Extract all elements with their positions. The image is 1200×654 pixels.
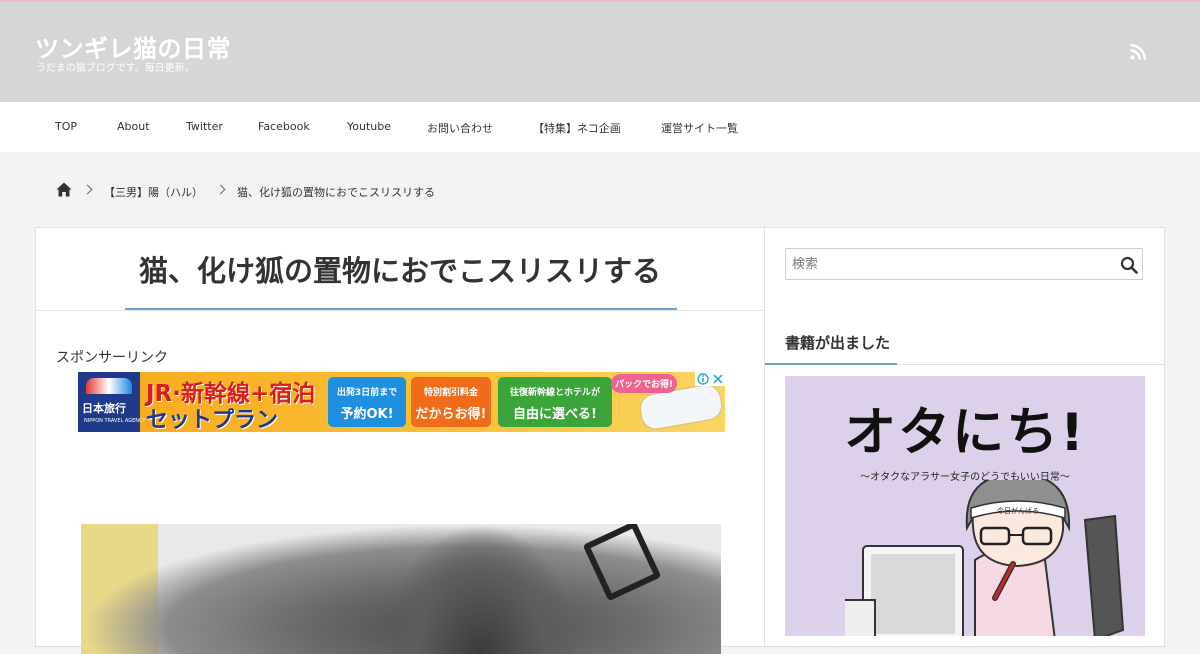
- nav-item-site-list[interactable]: 運営サイト一覧: [661, 120, 738, 136]
- book-cover[interactable]: オタにち! 〜オタクなアラサー女子のどうでもいい日常〜 今日がんばる: [785, 376, 1145, 636]
- sidebar: 書籍が出ました オタにち! 〜オタクなアラサー女子のどうでもいい日常〜 今日がん…: [765, 227, 1165, 647]
- ad-bubble: パックでお得!: [611, 374, 678, 393]
- ad-headline-2: セットプラン: [146, 408, 279, 432]
- ad-box-choice: 往復新幹線とホテルが 自由に選べる!: [498, 377, 612, 427]
- nav-item-special-feature[interactable]: 【特集】ネコ企画: [533, 120, 621, 136]
- breadcrumb-category[interactable]: 【三男】陽（ハル）: [104, 184, 203, 200]
- sponsor-label: スポンサーリンク: [56, 350, 168, 366]
- ad-box-text: 自由に選べる!: [513, 407, 597, 422]
- ad-choices-icon[interactable]: [695, 372, 725, 386]
- nav-item-facebook[interactable]: Facebook: [258, 120, 310, 133]
- search-input[interactable]: [792, 256, 1092, 272]
- ad-logo-mark: [86, 378, 132, 394]
- search-box: [785, 248, 1143, 280]
- ad-box-text: 出発3日前まで: [336, 388, 398, 398]
- article-main: 猫、化け狐の置物におでこスリスリする スポンサーリンク 日本旅行 NIPPON …: [35, 227, 765, 654]
- article-title-area: 猫、化け狐の置物におでこスリスリする: [36, 228, 764, 311]
- rss-icon[interactable]: [1130, 44, 1146, 60]
- nav-item-contact[interactable]: お問い合わせ: [427, 120, 493, 136]
- ad-box-reservation: 出発3日前まで 予約OK!: [328, 377, 406, 427]
- ad-box-text: 予約OK!: [340, 407, 394, 422]
- cat-head: [381, 524, 581, 654]
- nav-item-youtube[interactable]: Youtube: [347, 120, 391, 133]
- book-title: オタにち!: [844, 403, 1086, 463]
- article-photo-cat: [81, 524, 721, 654]
- global-nav: TOP About Twitter Facebook Youtube お問い合わ…: [0, 102, 1200, 152]
- site-header: ツンギレ猫の日常 うだまの猫ブログです。毎日更新。: [0, 2, 1200, 102]
- nav-item-top[interactable]: TOP: [55, 120, 77, 133]
- ad-logo-sub: NIPPON TRAVEL AGENCY: [84, 418, 146, 424]
- search-icon[interactable]: [1120, 256, 1138, 274]
- book-illustration: 今日がんばる: [845, 480, 1125, 636]
- ad-box-discount: 特別割引料金 だからお得!: [411, 377, 491, 427]
- ad-box-text: だからお得!: [415, 407, 487, 422]
- widget-title-underline: [765, 363, 897, 365]
- ad-banner[interactable]: 日本旅行 NIPPON TRAVEL AGENCY JR·新幹線+宿泊 セットプ…: [78, 372, 725, 432]
- chevron-right-icon: [215, 184, 226, 195]
- ad-logo: 日本旅行 NIPPON TRAVEL AGENCY: [78, 372, 145, 432]
- widget-title: 書籍が出ました: [785, 334, 891, 352]
- chevron-right-icon: [82, 184, 93, 195]
- article-title: 猫、化け狐の置物におでこスリスリする: [138, 254, 661, 288]
- ad-logo-text: 日本旅行: [82, 402, 126, 415]
- breadcrumb-current: 猫、化け狐の置物におでこスリスリする: [237, 186, 435, 199]
- breadcrumb: 【三男】陽（ハル） 猫、化け狐の置物におでこスリスリする: [0, 182, 1200, 202]
- headband-text: 今日がんばる: [997, 506, 1039, 515]
- nav-item-about[interactable]: About: [117, 120, 150, 133]
- home-icon[interactable]: [56, 182, 72, 197]
- site-description: うだまの猫ブログです。毎日更新。: [36, 63, 195, 74]
- title-underline: [125, 308, 677, 310]
- nav-item-twitter[interactable]: Twitter: [186, 120, 223, 133]
- ad-box-text: 往復新幹線とホテルが: [509, 388, 600, 398]
- widget-header: 書籍が出ました: [765, 332, 1164, 365]
- fox-ornament: [582, 524, 662, 602]
- ad-box-text: 特別割引料金: [423, 388, 478, 398]
